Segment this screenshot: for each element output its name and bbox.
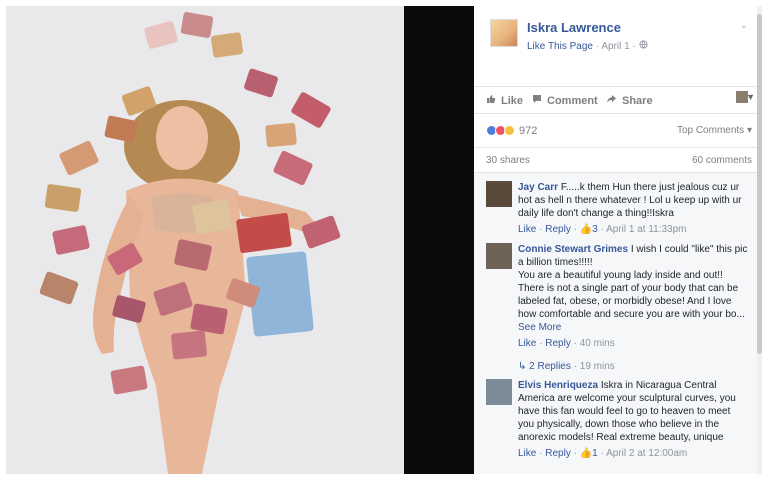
comment-body: Elvis Henriqueza Iskra in Nicaragua Cent… <box>518 379 748 460</box>
separator-dot: · <box>595 41 600 52</box>
commenter-avatar[interactable] <box>486 379 512 405</box>
post-date[interactable]: April 1 <box>601 41 629 52</box>
photo-illustration <box>6 6 404 474</box>
replies-time: 19 mins <box>579 361 615 372</box>
chevron-down-icon[interactable]: ⌄ <box>740 20 748 31</box>
reply-arrow-icon: ↳ <box>518 361 527 372</box>
top-comments-dropdown[interactable]: Top Comments ▾ <box>677 125 752 136</box>
comment-reply-link[interactable]: Reply <box>545 448 571 459</box>
comments-count[interactable]: 60 comments <box>692 155 752 166</box>
see-more-link[interactable]: See More <box>518 322 561 333</box>
replies-label: 2 Replies <box>529 361 571 372</box>
commenter-avatar[interactable] <box>486 243 512 269</box>
post-photo[interactable] <box>6 6 404 474</box>
wow-reaction-icon[interactable] <box>504 125 515 136</box>
like-label: Like <box>501 95 524 107</box>
separator-dot: · <box>632 41 636 52</box>
page-name-link[interactable]: Iskra Lawrence <box>527 20 621 35</box>
comment-body: Connie Stewart Grimes I wish I could "li… <box>518 243 748 350</box>
comment-button[interactable]: Comment <box>532 94 598 107</box>
like-this-page-link[interactable]: Like This Page <box>527 41 593 52</box>
post-header: Iskra Lawrence Like This Page · April 1 … <box>474 6 762 80</box>
top-comments-label: Top Comments <box>676 125 745 136</box>
comment-meta: Like · Reply · 40 mins <box>518 338 615 349</box>
comment-label: Comment <box>547 95 598 107</box>
comment-like-count[interactable]: 3 <box>592 224 598 235</box>
comment-body: Jay Carr F.....k them Hun there just jea… <box>518 181 748 236</box>
post-actions: Like Comment Share ▼ <box>474 86 762 112</box>
comment-like-link[interactable]: Like <box>518 224 536 235</box>
globe-icon <box>639 40 648 52</box>
comment-icon <box>532 94 542 107</box>
view-replies-link[interactable]: ↳ 2 Replies · 19 mins <box>518 361 615 372</box>
thumbs-up-icon: 👍 <box>579 224 593 235</box>
comment-reply-link[interactable]: Reply <box>545 338 571 349</box>
commenter-avatar[interactable] <box>486 181 512 207</box>
comment-text-continued: You are a beautiful young lady inside an… <box>518 270 745 333</box>
photo-letterbox <box>404 6 474 474</box>
thumbs-up-icon: 👍 <box>579 448 593 459</box>
commenter-name[interactable]: Jay Carr <box>518 182 558 193</box>
comment-like-link[interactable]: Like <box>518 448 536 459</box>
scrollbar-thumb[interactable] <box>757 14 762 354</box>
comments-list: Jay Carr F.....k them Hun there just jea… <box>474 172 762 474</box>
shares-count[interactable]: 30 shares <box>486 155 530 166</box>
comment-time[interactable]: 40 mins <box>580 338 615 349</box>
comment-meta: Like · Reply · 👍3 · April 1 at 11:33pm <box>518 224 687 235</box>
sidebar-scrollbar[interactable] <box>757 6 762 474</box>
commenter-name[interactable]: Elvis Henriqueza <box>518 380 598 391</box>
comment-time[interactable]: April 2 at 12:00am <box>606 448 687 459</box>
comment-like-count[interactable]: 1 <box>592 448 598 459</box>
comment-time[interactable]: April 1 at 11:33pm <box>606 224 686 235</box>
share-label: Share <box>622 95 653 107</box>
post-sidebar: Iskra Lawrence Like This Page · April 1 … <box>474 6 762 474</box>
comment-meta: Like · Reply · 👍1 · April 2 at 12:00am <box>518 448 688 459</box>
commenter-name[interactable]: Connie Stewart Grimes <box>518 244 628 255</box>
like-button[interactable]: Like <box>486 94 523 107</box>
comment-like-link[interactable]: Like <box>518 338 536 349</box>
share-arrow-icon <box>606 94 617 107</box>
counts-row: 30 shares 60 comments <box>474 147 762 172</box>
caret-down-icon[interactable]: ▼ <box>746 92 755 102</box>
post-subline: Like This Page · April 1 · <box>527 40 648 52</box>
caret-down-icon: ▾ <box>746 125 752 136</box>
reactions-bar: 972 Top Comments ▾ <box>474 113 762 147</box>
page-avatar[interactable] <box>490 19 518 47</box>
share-button[interactable]: Share <box>606 94 653 107</box>
thumbs-up-icon <box>486 94 496 107</box>
reaction-count[interactable]: 972 <box>519 125 537 137</box>
comment-reply-link[interactable]: Reply <box>545 224 571 235</box>
